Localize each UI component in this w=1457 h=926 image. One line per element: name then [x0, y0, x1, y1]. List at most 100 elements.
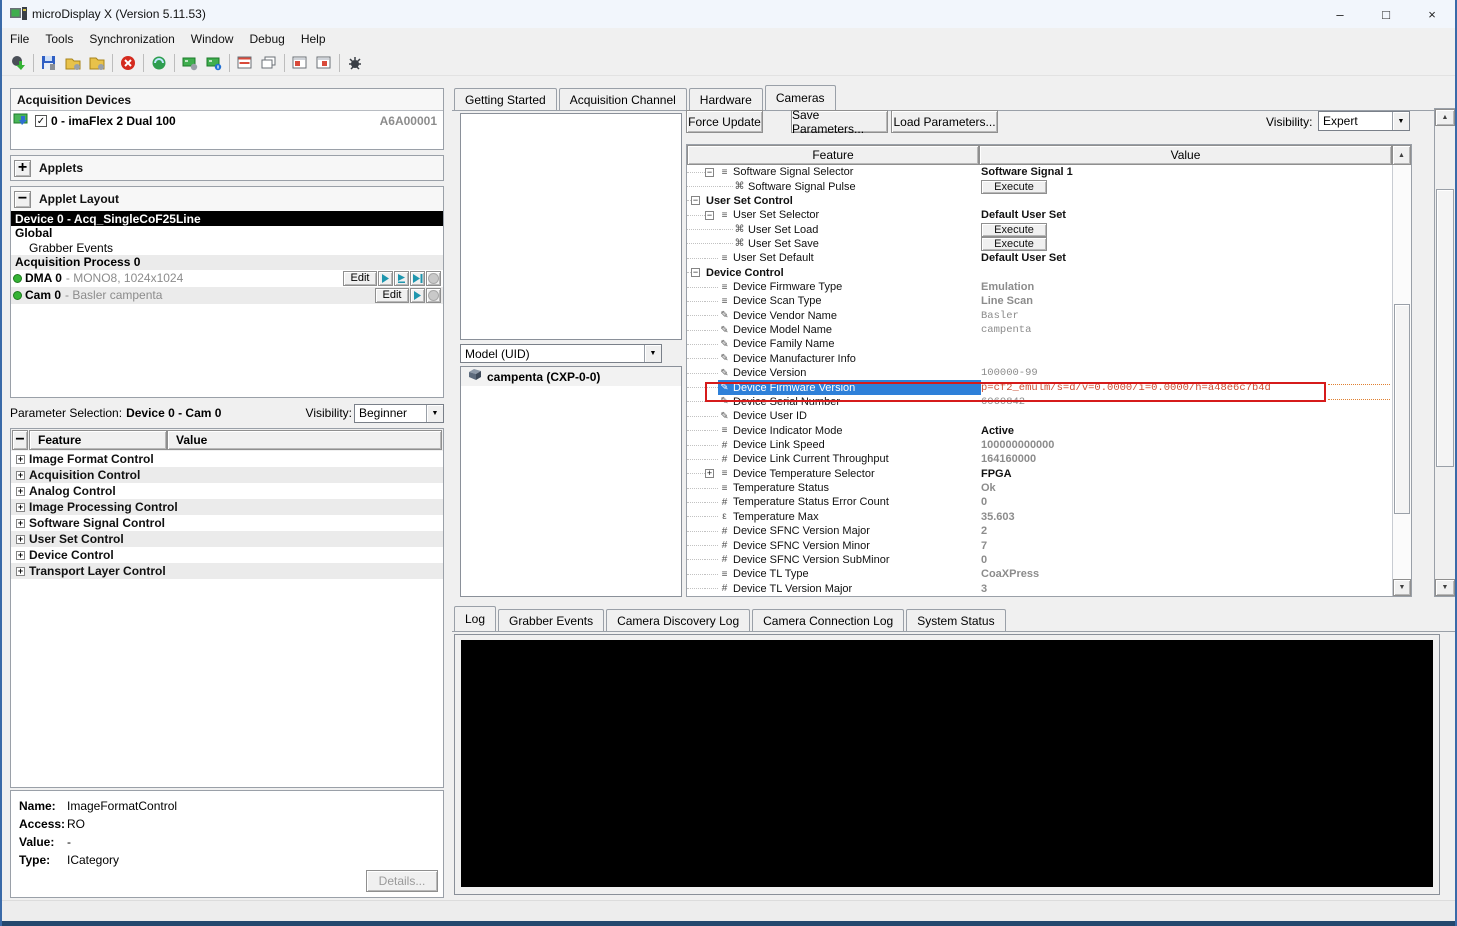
tab-cameras[interactable]: Cameras — [765, 85, 836, 110]
menu-item-help[interactable]: Help — [293, 29, 334, 49]
feature-row-user-set-selector[interactable]: −≡User Set SelectorDefault User Set — [687, 208, 1411, 222]
board-info-icon[interactable] — [202, 52, 226, 74]
tab-getting-started[interactable]: Getting Started — [454, 88, 557, 110]
feature-row-temperature-status-error-count[interactable]: #Temperature Status Error Count0 — [687, 495, 1411, 509]
force-update-button[interactable]: Force Update — [686, 110, 763, 133]
feature-row-device-link-speed[interactable]: #Device Link Speed100000000000 — [687, 438, 1411, 452]
param-row-image-format-control[interactable]: +Image Format Control — [11, 451, 443, 467]
feature-row-user-set-default[interactable]: ≡User Set DefaultDefault User Set — [687, 251, 1411, 265]
feature-row-device-version[interactable]: ✎Device Version100000-99 — [687, 366, 1411, 380]
open-applet-icon[interactable] — [61, 52, 85, 74]
applet-settings-icon[interactable] — [85, 52, 109, 74]
expand-icon[interactable]: + — [16, 519, 25, 528]
collapse-icon[interactable]: − — [705, 211, 714, 220]
feature-column-header[interactable]: Feature — [687, 145, 979, 165]
visibility-dropdown-left[interactable]: Beginner▼ — [354, 404, 444, 423]
scroll-down-icon[interactable]: ▼ — [1435, 579, 1455, 596]
camera-port-listbox[interactable] — [460, 113, 682, 340]
acquisition-start-icon[interactable] — [6, 52, 30, 74]
expand-icon[interactable]: + — [16, 471, 25, 480]
applets-expand-button[interactable]: + — [14, 160, 31, 177]
save-parameters-button[interactable]: Save Parameters... — [791, 110, 888, 133]
param-feature-header[interactable]: Feature — [29, 430, 167, 450]
debug-icon[interactable] — [343, 52, 367, 74]
stop-icon[interactable] — [116, 52, 140, 74]
cam-edit-button[interactable]: Edit — [375, 288, 409, 303]
table-scroll-up-icon[interactable]: ▲ — [1392, 145, 1411, 165]
feature-row-device-user-id[interactable]: ✎Device User ID — [687, 409, 1411, 423]
feature-row-device-tl-type[interactable]: ≡Device TL TypeCoaXPress — [687, 567, 1411, 581]
layout-node-device0[interactable]: Device 0 - Acq_SingleCoF25Line — [11, 211, 443, 226]
layout-node-global[interactable]: Global — [11, 226, 443, 241]
execute-button[interactable]: Execute — [981, 180, 1047, 194]
menu-item-file[interactable]: File — [2, 29, 37, 49]
menu-item-synchronization[interactable]: Synchronization — [81, 29, 182, 49]
table-scroll-down-icon[interactable]: ▼ — [1393, 579, 1411, 596]
tab-hardware[interactable]: Hardware — [689, 88, 763, 110]
layout-node-cam[interactable]: Cam 0 - Basler campenta Edit — [11, 287, 443, 304]
dma-play-to-end-icon[interactable] — [410, 271, 425, 286]
feature-row-temperature-max[interactable]: εTemperature Max35.603 — [687, 510, 1411, 524]
param-row-analog-control[interactable]: +Analog Control — [11, 483, 443, 499]
collapse-icon[interactable]: − — [691, 268, 700, 277]
feature-row-temperature-status[interactable]: ≡Temperature StatusOk — [687, 481, 1411, 495]
menu-item-debug[interactable]: Debug — [241, 29, 292, 49]
cameras-tab-scrollbar[interactable]: ▲ ▼ — [1434, 108, 1456, 597]
visibility-dropdown-right[interactable]: Expert▼ — [1318, 111, 1410, 131]
dma-edit-button[interactable]: Edit — [343, 271, 377, 286]
dma-play-icon[interactable] — [378, 271, 393, 286]
layout-node-acquisition-process[interactable]: Acquisition Process 0 — [11, 255, 443, 270]
dma-grab-icon[interactable] — [394, 271, 409, 286]
log-tab-camera-connection-log[interactable]: Camera Connection Log — [752, 609, 904, 631]
device-checkbox[interactable]: ✓ — [35, 115, 47, 127]
collapse-icon[interactable]: − — [691, 196, 700, 205]
feature-row-device-sfnc-version-major[interactable]: #Device SFNC Version Major2 — [687, 524, 1411, 538]
collapse-icon[interactable]: − — [705, 168, 714, 177]
feature-row-user-set-save[interactable]: ⌘User Set SaveExecute — [687, 237, 1411, 251]
maximize-button[interactable]: □ — [1363, 0, 1409, 28]
param-table-collapse-button[interactable]: − — [12, 430, 28, 450]
feature-row-device-manufacturer-info[interactable]: ✎Device Manufacturer Info — [687, 352, 1411, 366]
param-row-user-set-control[interactable]: +User Set Control — [11, 531, 443, 547]
feature-row-device-control[interactable]: −Device Control — [687, 266, 1411, 280]
feature-row-device-scan-type[interactable]: ≡Device Scan TypeLine Scan — [687, 294, 1411, 308]
scroll-up-icon[interactable]: ▲ — [1435, 109, 1455, 126]
expand-icon[interactable]: + — [16, 567, 25, 576]
cam-play-icon[interactable] — [410, 288, 425, 303]
window-cascade-icon[interactable] — [257, 52, 281, 74]
feature-row-software-signal-pulse[interactable]: ⌘Software Signal PulseExecute — [687, 179, 1411, 193]
feature-row-user-set-control[interactable]: −User Set Control — [687, 194, 1411, 208]
camera-list-item[interactable]: campenta (CXP-0-0) — [461, 367, 681, 386]
feature-row-device-indicator-mode[interactable]: ≡Device Indicator ModeActive — [687, 423, 1411, 437]
param-value-header[interactable]: Value — [167, 430, 442, 450]
expand-icon[interactable]: + — [705, 469, 714, 478]
feature-row-device-link-current-throughput[interactable]: #Device Link Current Throughput164160000 — [687, 452, 1411, 466]
expand-icon[interactable]: + — [16, 551, 25, 560]
expand-icon[interactable]: + — [16, 535, 25, 544]
table-scrollbar-thumb[interactable] — [1394, 304, 1410, 514]
param-row-transport-layer-control[interactable]: +Transport Layer Control — [11, 563, 443, 579]
feature-row-device-sfnc-version-subminor[interactable]: #Device SFNC Version SubMinor0 — [687, 553, 1411, 567]
feature-row-device-sfnc-version-minor[interactable]: #Device SFNC Version Minor7 — [687, 538, 1411, 552]
feature-row-device-family-name[interactable]: ✎Device Family Name — [687, 337, 1411, 351]
feature-row-device-vendor-name[interactable]: ✎Device Vendor NameBasler — [687, 309, 1411, 323]
feature-row-device-model-name[interactable]: ✎Device Model Namecampenta — [687, 323, 1411, 337]
tab-acquisition-channel[interactable]: Acquisition Channel — [559, 88, 687, 110]
window-split-icon[interactable] — [233, 52, 257, 74]
close-button[interactable]: × — [1409, 0, 1455, 28]
expand-icon[interactable]: + — [16, 487, 25, 496]
refresh-icon[interactable] — [147, 52, 171, 74]
feature-row-user-set-load[interactable]: ⌘User Set LoadExecute — [687, 222, 1411, 236]
display-window-icon[interactable] — [288, 52, 312, 74]
log-tab-grabber-events[interactable]: Grabber Events — [498, 609, 604, 631]
expand-icon[interactable]: + — [16, 503, 25, 512]
value-column-header[interactable]: Value — [979, 145, 1392, 165]
layout-node-dma[interactable]: DMA 0 - MONO8, 1024x1024 Edit — [11, 270, 443, 287]
execute-button[interactable]: Execute — [981, 237, 1047, 251]
display-window-alt-icon[interactable] — [312, 52, 336, 74]
feature-row-device-tl-version-major[interactable]: #Device TL Version Major3 — [687, 581, 1411, 595]
minimize-button[interactable]: – — [1317, 0, 1363, 28]
param-row-device-control[interactable]: +Device Control — [11, 547, 443, 563]
param-row-acquisition-control[interactable]: +Acquisition Control — [11, 467, 443, 483]
menu-item-window[interactable]: Window — [183, 29, 242, 49]
